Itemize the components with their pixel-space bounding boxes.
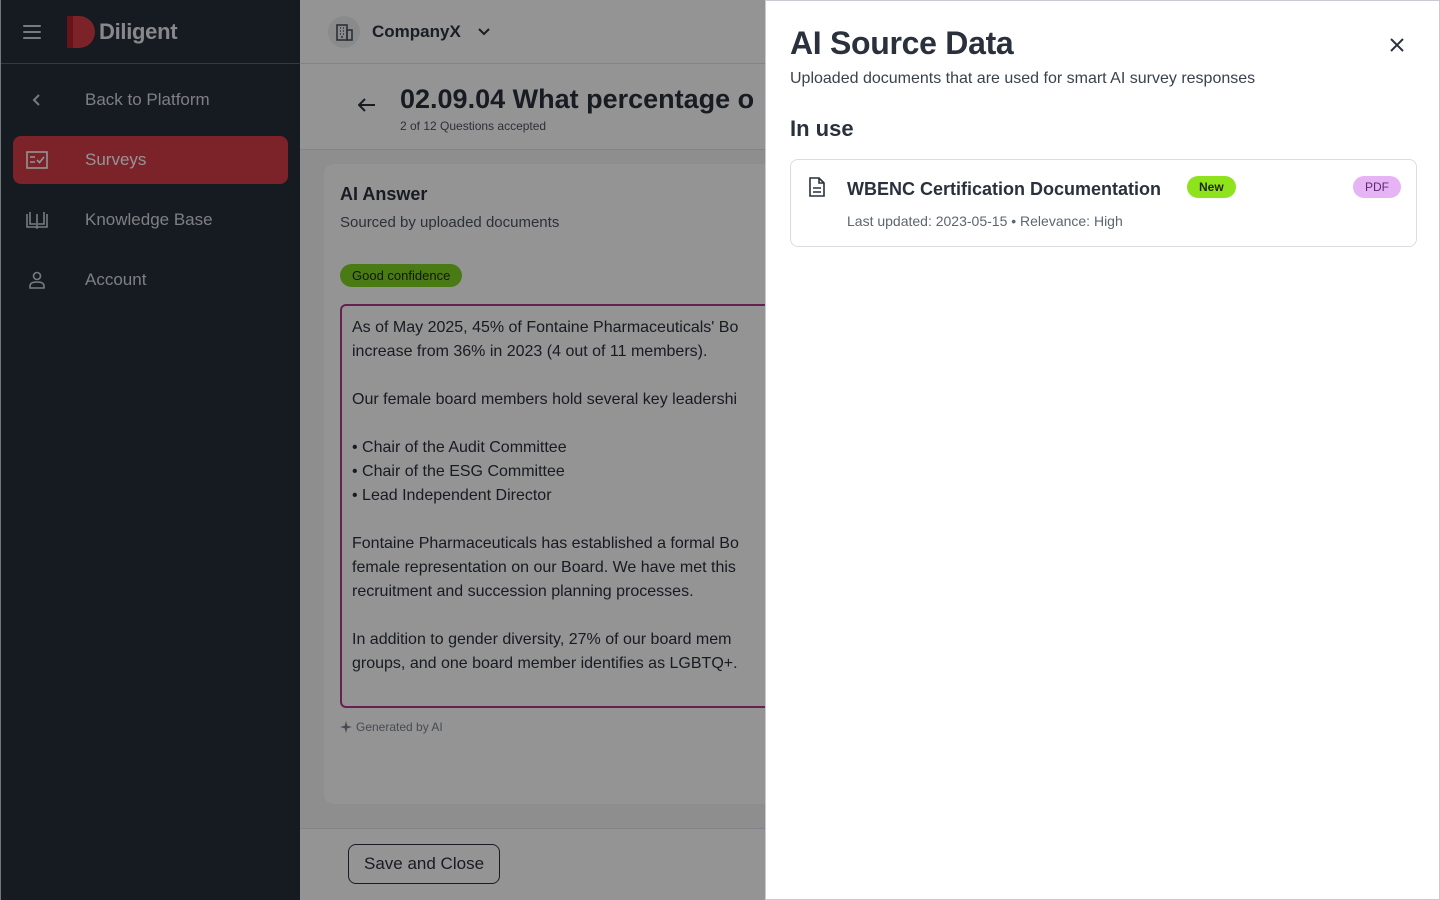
section-title-in-use: In use xyxy=(790,116,854,141)
drawer-title: AI Source Data xyxy=(790,25,1014,61)
close-button[interactable] xyxy=(1386,34,1408,56)
close-icon xyxy=(1390,38,1404,52)
document-icon xyxy=(809,177,825,197)
document-card[interactable]: WBENC Certification Documentation New PD… xyxy=(790,159,1417,247)
drawer-subtitle: Uploaded documents that are used for sma… xyxy=(790,70,1256,87)
file-type-badge: PDF xyxy=(1353,176,1401,198)
new-badge: New xyxy=(1187,176,1236,198)
document-meta: Last updated: 2023-05-15 • Relevance: Hi… xyxy=(847,213,1123,229)
document-name: WBENC Certification Documentation xyxy=(847,179,1162,199)
ai-source-data-drawer: AI Source Data Uploaded documents that a… xyxy=(765,0,1440,900)
